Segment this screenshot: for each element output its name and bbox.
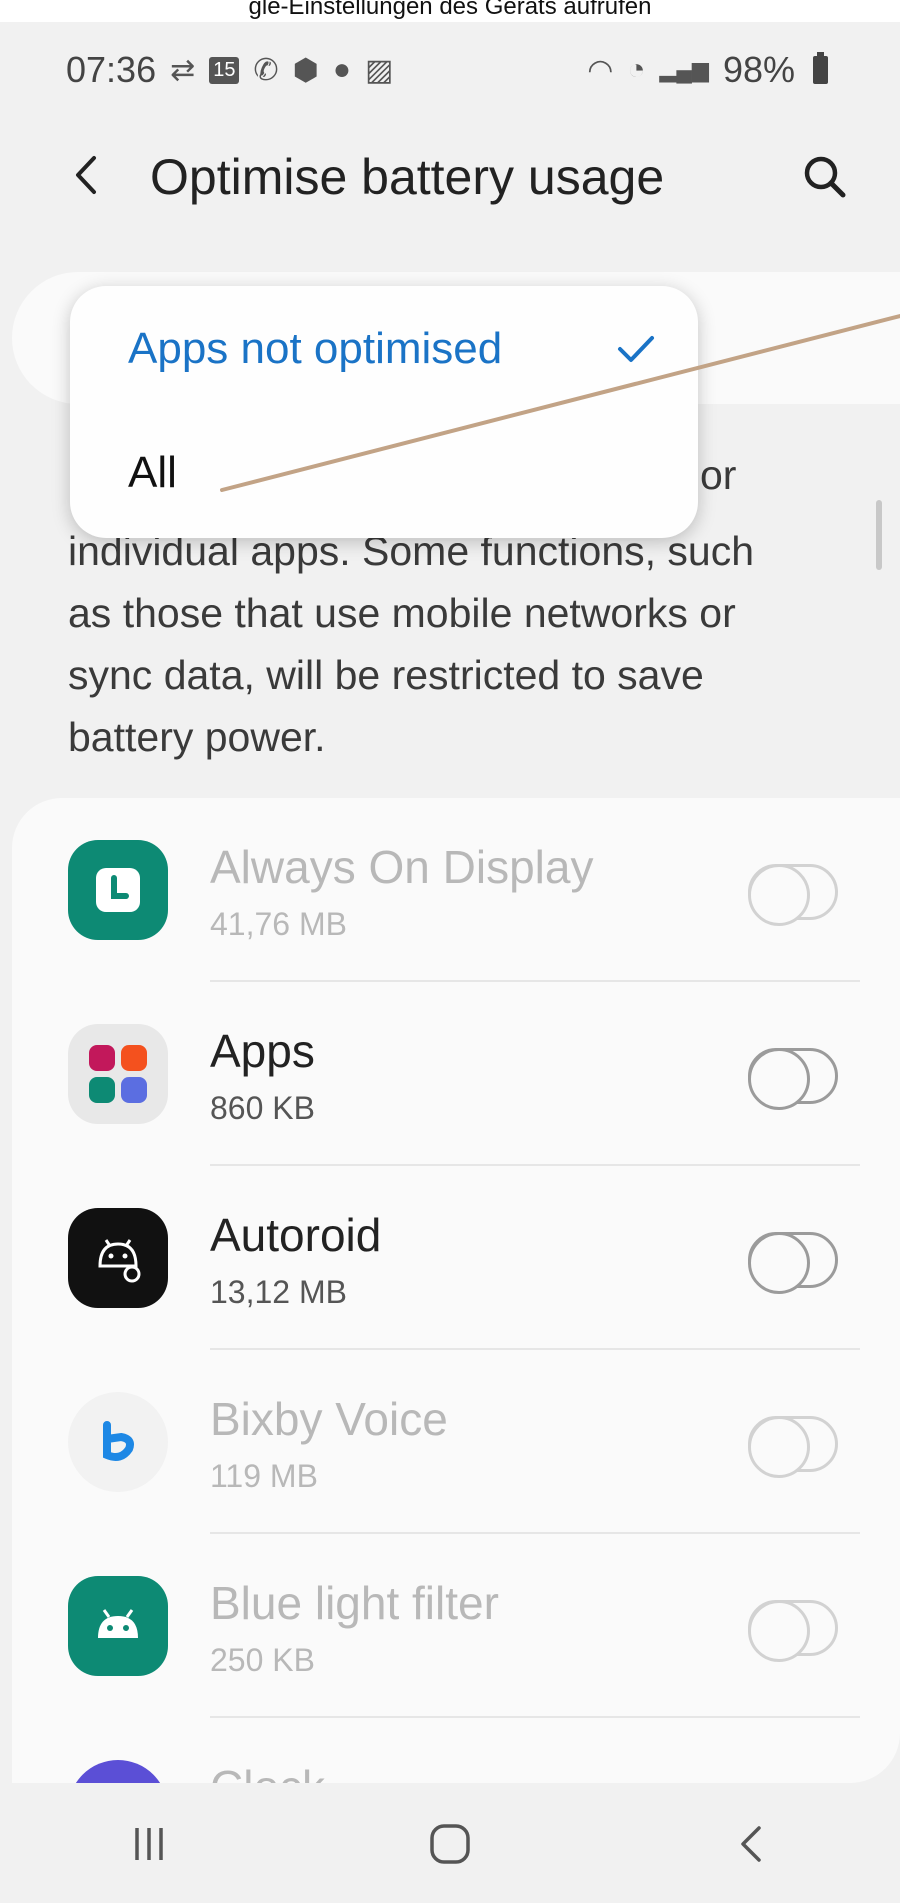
phone-notification-icon: ✆ [253, 53, 279, 87]
app-list: Always On Display 41,76 MB Apps 860 KB A… [12, 798, 900, 1783]
clock-icon [68, 840, 168, 940]
app-size: 119 MB [210, 1458, 318, 1494]
check-icon [618, 336, 654, 362]
signal-icon: ▂▄▆ [659, 57, 709, 82]
filter-dropdown-menu: Apps not optimised All [70, 286, 698, 538]
home-icon[interactable] [426, 1820, 474, 1868]
battery-percentage: 98% [722, 49, 795, 90]
back-arrow-icon[interactable] [62, 148, 112, 202]
divider [210, 1164, 860, 1166]
optimise-toggle[interactable] [748, 864, 838, 926]
wifi-icon: ◠ [587, 53, 614, 87]
menu-item-all[interactable]: All [128, 448, 177, 498]
app-bar: Optimise battery usage [0, 130, 900, 220]
divider [210, 1348, 860, 1350]
divider [210, 1716, 860, 1718]
description-line: sync data, will be restricted to save [68, 652, 704, 698]
wifi-calling-icon: ◔ [627, 53, 646, 86]
android-gear-icon [68, 1208, 168, 1308]
calendar-icon: 15 [209, 56, 240, 84]
search-icon[interactable] [798, 150, 852, 204]
bixby-icon [68, 1392, 168, 1492]
optimise-toggle[interactable] [748, 1600, 838, 1662]
cube-icon: ⬢ [292, 53, 319, 87]
sync-icon: ⇄ [170, 53, 196, 87]
status-right: ◠ ◔ ▂▄▆ 98% [587, 49, 828, 91]
list-item[interactable]: Blue light filter 250 KB [12, 1556, 900, 1740]
apps-folder-icon [68, 1024, 168, 1124]
list-item[interactable]: Always On Display 41,76 MB [12, 820, 900, 1004]
status-time: 07:36 [66, 49, 157, 90]
divider [210, 1532, 860, 1534]
list-item[interactable]: Autoroid 13,12 MB [12, 1188, 900, 1372]
list-item[interactable]: Bixby Voice 119 MB [12, 1372, 900, 1556]
navigation-bar [0, 1785, 900, 1903]
app-name: Clock [210, 1760, 325, 1783]
app-name: Bixby Voice [210, 1393, 448, 1445]
menu-item-apps-not-optimised[interactable]: Apps not optimised [128, 324, 658, 374]
app-size: 860 KB [210, 1090, 315, 1126]
app-size: 250 KB [210, 1642, 315, 1678]
optimise-toggle[interactable] [748, 1048, 838, 1110]
app-name: Autoroid [210, 1209, 382, 1261]
image-icon: ▨ [364, 53, 394, 87]
app-name: Blue light filter [210, 1577, 499, 1629]
clock-app-icon [68, 1760, 168, 1783]
alarm-icon: ● [332, 53, 351, 86]
back-icon[interactable] [731, 1820, 771, 1868]
app-name: Apps [210, 1025, 315, 1077]
app-size: 41,76 MB [210, 906, 347, 942]
optimise-toggle[interactable] [748, 1232, 838, 1294]
menu-item-label: Apps not optimised [128, 324, 503, 373]
description-line: battery power. [68, 714, 326, 760]
status-bar: 07:36 ⇄ 15 ✆ ⬢ ● ▨ ◠ ◔ ▂▄▆ 98% [0, 44, 900, 96]
recent-apps-icon[interactable] [129, 1822, 169, 1866]
optimise-toggle[interactable] [748, 1416, 838, 1478]
description-text: individual apps. Some functions, such as… [68, 520, 848, 768]
app-size: 13,12 MB [210, 1274, 347, 1310]
status-left: 07:36 ⇄ 15 ✆ ⬢ ● ▨ [66, 49, 393, 91]
battery-icon [813, 52, 828, 84]
scrollbar[interactable] [876, 500, 882, 570]
app-name: Always On Display [210, 841, 594, 893]
description-visible-tail: or [700, 452, 737, 498]
list-item[interactable]: Apps 860 KB [12, 1004, 900, 1188]
menu-item-label: All [128, 448, 177, 497]
android-icon [68, 1576, 168, 1676]
divider [210, 980, 860, 982]
list-item[interactable]: Clock [12, 1740, 900, 1783]
description-line: as those that use mobile networks or [68, 590, 736, 636]
page-title: Optimise battery usage [150, 149, 665, 205]
caption-text: gle-Einstellungen des Geräts aufrufen [0, 0, 900, 22]
